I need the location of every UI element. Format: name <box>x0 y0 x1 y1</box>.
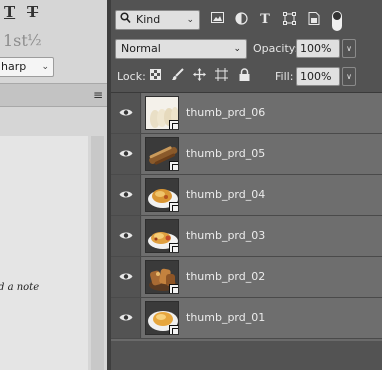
layer-name: thumb_prd_05 <box>186 147 266 160</box>
smart-object-badge-icon <box>169 243 178 252</box>
visibility-toggle[interactable] <box>111 175 141 215</box>
antialias-value: harp <box>1 60 27 73</box>
lock-label: Lock: <box>117 70 146 83</box>
lock-position-icon[interactable] <box>191 68 207 84</box>
lock-all-icon[interactable] <box>236 68 252 84</box>
notes-scrollbar[interactable] <box>91 136 104 370</box>
note-placeholder: d a note <box>0 282 40 293</box>
layer-thumbnail <box>145 260 179 294</box>
visibility-toggle[interactable] <box>111 257 141 297</box>
layer-body[interactable]: thumb_prd_01 <box>142 298 382 338</box>
type-layer-filter-icon[interactable]: T <box>257 12 273 28</box>
layer-row[interactable]: thumb_prd_04 <box>111 175 382 216</box>
layer-name: thumb_prd_04 <box>186 188 266 201</box>
visibility-toggle[interactable] <box>111 298 141 338</box>
eye-icon <box>119 109 133 116</box>
lock-fill-row: Lock: Fill: 100% ∨ <box>111 66 382 88</box>
layer-name: thumb_prd_02 <box>186 270 266 283</box>
ordinals-button[interactable]: 1st <box>3 31 28 50</box>
layer-body[interactable]: thumb_prd_02 <box>142 257 382 297</box>
search-icon <box>120 11 131 29</box>
layer-body[interactable]: thumb_prd_03 <box>142 216 382 256</box>
layer-name: thumb_prd_03 <box>186 229 266 242</box>
opacity-input[interactable]: 100% <box>296 39 340 58</box>
eye-icon <box>119 191 133 198</box>
eye-icon <box>119 150 133 157</box>
layer-thumbnail <box>145 96 179 130</box>
antialias-select[interactable]: harp ⌄ <box>0 57 54 77</box>
layer-filter-row: Kind ⌄ T <box>111 8 382 32</box>
layers-panel: Kind ⌄ T Normal ⌄ Opacity: 100% ∨ Lock: <box>111 0 382 370</box>
panel-menu-icon[interactable]: ≡ <box>93 89 103 101</box>
layer-thumbnail <box>145 178 179 212</box>
filter-kind-label: Kind <box>136 13 161 26</box>
visibility-toggle[interactable] <box>111 216 141 256</box>
fill-label: Fill: <box>275 70 294 83</box>
notes-panel: d a note <box>0 108 107 370</box>
layer-body[interactable]: thumb_prd_06 <box>142 93 382 133</box>
layer-thumbnail <box>145 301 179 335</box>
lock-artboard-icon[interactable] <box>213 68 229 84</box>
adjustment-layer-filter-icon[interactable] <box>233 12 249 28</box>
character-panel: T T 1st ½ harp ⌄ <box>0 0 107 82</box>
lock-image-pixels-icon[interactable] <box>169 68 185 84</box>
layer-list: thumb_prd_06 thumb_prd_05 thumb_prd_04 t… <box>111 93 382 341</box>
eye-icon <box>119 232 133 239</box>
fractions-button[interactable]: ½ <box>27 31 42 49</box>
chevron-down-icon: ⌄ <box>41 62 49 72</box>
fill-slider-button[interactable]: ∨ <box>342 67 356 86</box>
chevron-down-icon: ⌄ <box>186 15 194 25</box>
blend-opacity-row: Normal ⌄ Opacity: 100% ∨ <box>111 38 382 60</box>
opacity-label: Opacity: <box>253 42 299 55</box>
layer-row[interactable]: thumb_prd_01 <box>111 298 382 339</box>
fill-input[interactable]: 100% <box>296 67 340 86</box>
shape-layer-filter-icon[interactable] <box>281 12 297 28</box>
opacity-slider-button[interactable]: ∨ <box>342 39 356 58</box>
filter-kind-select[interactable]: Kind ⌄ <box>115 10 200 30</box>
layer-name: thumb_prd_01 <box>186 311 266 324</box>
layer-row[interactable]: thumb_prd_05 <box>111 134 382 175</box>
smart-object-badge-icon <box>169 161 178 170</box>
smart-object-filter-icon[interactable] <box>306 12 322 28</box>
layer-thumbnail <box>145 137 179 171</box>
notes-tab-bar: ≡ <box>0 83 107 107</box>
layer-body[interactable]: thumb_prd_04 <box>142 175 382 215</box>
visibility-toggle[interactable] <box>111 134 141 174</box>
blend-mode-select[interactable]: Normal ⌄ <box>115 39 247 59</box>
smart-object-badge-icon <box>169 202 178 211</box>
strikethrough-button[interactable]: T <box>27 3 38 21</box>
filter-toggle-icon[interactable] <box>332 11 342 31</box>
note-text-area[interactable]: d a note <box>0 136 88 370</box>
layer-thumbnail <box>145 219 179 253</box>
layer-list-empty-area <box>111 341 382 370</box>
smart-object-badge-icon <box>169 120 178 129</box>
blend-mode-value: Normal <box>121 42 161 55</box>
layer-body[interactable]: thumb_prd_05 <box>142 134 382 174</box>
visibility-toggle[interactable] <box>111 93 141 133</box>
eye-icon <box>119 314 133 321</box>
smart-object-badge-icon <box>169 284 178 293</box>
chevron-down-icon: ⌄ <box>233 44 241 54</box>
layer-row[interactable]: thumb_prd_03 <box>111 216 382 257</box>
eye-icon <box>119 273 133 280</box>
smart-object-badge-icon <box>169 325 178 334</box>
lock-transparent-pixels-icon[interactable] <box>147 68 163 84</box>
layer-name: thumb_prd_06 <box>186 106 266 119</box>
underline-button[interactable]: T <box>4 3 15 21</box>
layer-row[interactable]: thumb_prd_02 <box>111 257 382 298</box>
layer-row[interactable]: thumb_prd_06 <box>111 93 382 134</box>
left-panel: T T 1st ½ harp ⌄ ≡ d a note <box>0 0 107 370</box>
pixel-layer-filter-icon[interactable] <box>209 12 225 28</box>
